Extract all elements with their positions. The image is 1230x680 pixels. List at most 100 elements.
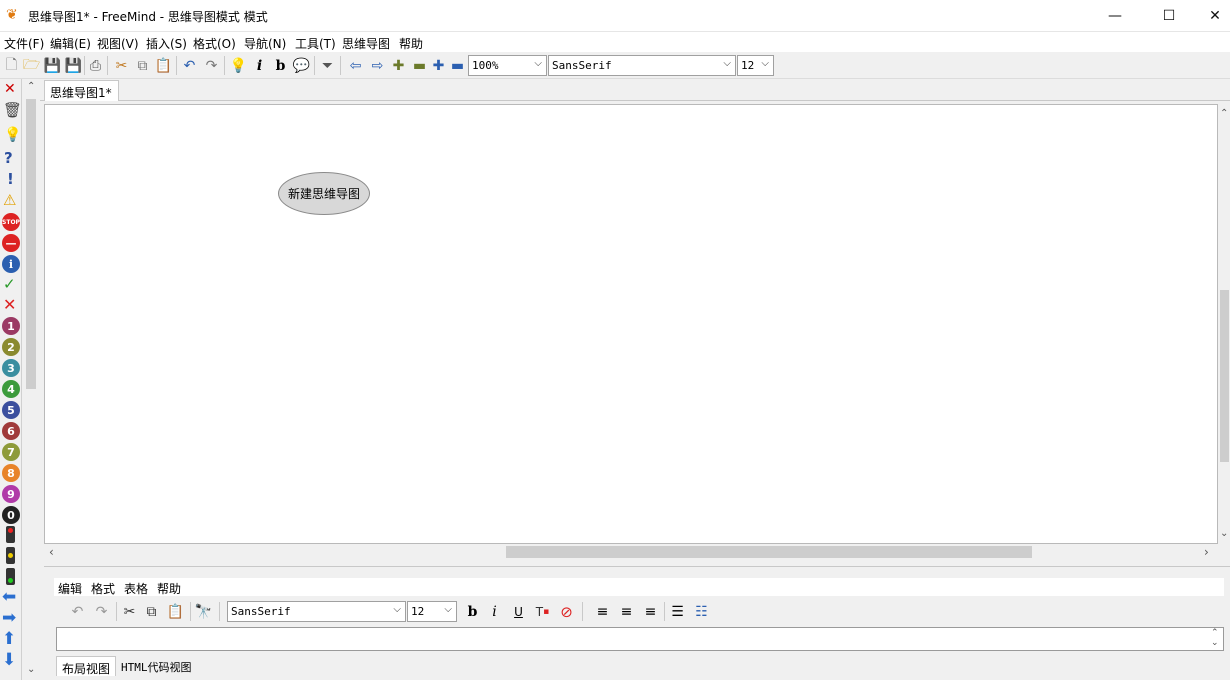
info-icon[interactable]: i [2,255,20,273]
warning-icon[interactable]: ⚠ [3,191,16,209]
align-right-icon[interactable]: ≡ [641,602,660,621]
underline-icon[interactable]: U [509,602,528,621]
undo-icon[interactable]: ↶ [68,602,87,621]
remove-last-icon[interactable]: ✕ [4,81,16,97]
arrow-left-icon[interactable]: ⇦ [346,56,365,75]
italic-icon[interactable]: i [250,56,269,75]
menu-tools[interactable]: 工具(T) [295,35,336,52]
number-4-icon[interactable]: 4 [2,380,20,398]
scroll-right-icon[interactable]: › [1204,545,1209,559]
number-0-icon[interactable]: 0 [2,506,20,524]
new-file-icon[interactable]: 🗋 [2,56,21,75]
close-button[interactable]: ✕ [1192,0,1230,31]
no-entry-icon[interactable]: — [2,234,20,252]
undo-icon[interactable]: ↶ [180,56,199,75]
clear-format-icon[interactable]: ⊘ [557,602,576,621]
arrow-down-icon[interactable]: ⬇ [2,650,16,670]
notes-font-size-select[interactable]: 12 ⌵ [407,601,457,622]
zoom-in-icon[interactable]: ✚ [429,56,448,75]
scroll-up-icon[interactable]: ⌃ [1220,108,1228,119]
menu-format[interactable]: 格式(O) [193,35,236,52]
number-2-icon[interactable]: 2 [2,338,20,356]
speech-bubble-icon[interactable]: 💬 [292,56,311,75]
cut-icon[interactable]: ✂ [120,602,139,621]
checkmark-icon[interactable]: ✓ [3,275,16,293]
copy-icon[interactable]: ⧉ [133,56,152,75]
menu-edit[interactable]: 编辑(E) [50,35,91,52]
lightbulb-icon[interactable]: 💡 [229,56,248,75]
root-node[interactable]: 新建思维导图 [278,172,370,215]
mindmap-canvas[interactable]: 新建思维导图 [44,104,1218,544]
traffic-light-green-icon[interactable] [6,568,15,585]
font-select[interactable]: SansSerif ⌵ [548,55,736,76]
note-editor[interactable]: ⌃ ⌄ [56,627,1224,651]
cross-icon[interactable]: ✕ [3,295,16,314]
notes-menu-edit[interactable]: 编辑 [58,580,82,597]
scrollbar-thumb[interactable] [1220,290,1229,462]
save-icon[interactable]: 💾 [43,56,62,75]
arrow-right-icon[interactable]: ➡ [2,608,16,628]
notes-menu-format[interactable]: 格式 [91,580,115,597]
maximize-button[interactable]: ☐ [1146,0,1192,31]
number-1-icon[interactable]: 1 [2,317,20,335]
scroll-up-icon[interactable]: ⌃ [27,81,35,92]
question-icon[interactable]: ? [4,149,13,167]
traffic-light-yellow-icon[interactable] [6,547,15,564]
text-color-icon[interactable]: T ▪ [533,602,552,621]
bullet-list-icon[interactable]: ☰ [668,602,687,621]
menu-file[interactable]: 文件(F) [4,35,44,52]
arrow-left-icon[interactable]: ⬅ [2,587,16,607]
scroll-down-icon[interactable]: ⌄ [27,664,35,675]
scrollbar-thumb[interactable] [506,546,1032,558]
tab-html-code-view[interactable]: HTML代码视图 [116,656,197,676]
paste-icon[interactable]: 📋 [154,56,173,75]
redo-icon[interactable]: ↷ [92,602,111,621]
redo-icon[interactable]: ↷ [202,56,221,75]
scroll-down-icon[interactable]: ⌄ [1220,528,1228,539]
italic-icon[interactable]: i [485,602,504,621]
menu-view[interactable]: 视图(V) [97,35,139,52]
notes-menu-help[interactable]: 帮助 [157,580,181,597]
print-icon[interactable]: ⎙ [86,56,105,75]
zoom-select[interactable]: 100% ⌵ [468,55,547,76]
trash-icon[interactable]: 🗑 [3,101,22,119]
plus-icon[interactable]: ✚ [389,56,408,75]
icon-toolbar-scrollbar[interactable]: ⌃ ⌄ [22,79,40,680]
idea-icon[interactable]: 💡 [4,127,21,143]
canvas-vertical-scrollbar[interactable]: ⌃ ⌄ [1218,104,1230,544]
open-folder-icon[interactable]: 🗁 [22,56,41,75]
minimize-button[interactable]: — [1092,0,1138,31]
number-7-icon[interactable]: 7 [2,443,20,461]
number-8-icon[interactable]: 8 [2,464,20,482]
filter-icon[interactable]: ⏷ [318,56,337,75]
number-9-icon[interactable]: 9 [2,485,20,503]
bold-icon[interactable]: b [463,602,482,621]
numbered-list-icon[interactable]: ☷ [692,602,711,621]
tab-mindmap-1[interactable]: 思维导图1* [44,80,119,101]
tab-layout-view[interactable]: 布局视图 [56,656,117,676]
arrow-right-icon[interactable]: ⇨ [368,56,387,75]
traffic-light-red-icon[interactable] [6,526,15,543]
scrollbar-thumb[interactable] [26,99,36,389]
menu-insert[interactable]: 插入(S) [146,35,187,52]
menu-navigate[interactable]: 导航(N) [244,35,286,52]
minus-icon[interactable]: ▬ [410,56,429,75]
menu-help[interactable]: 帮助 [399,35,423,52]
canvas-horizontal-scrollbar[interactable]: ‹ › [44,544,1218,560]
stop-icon[interactable]: STOP [2,213,20,231]
scroll-left-icon[interactable]: ‹ [49,545,54,559]
align-center-icon[interactable]: ≡ [617,602,636,621]
paste-icon[interactable]: 📋 [166,602,185,621]
spinner-icon[interactable]: ⌃ ⌄ [1211,628,1219,648]
number-5-icon[interactable]: 5 [2,401,20,419]
number-6-icon[interactable]: 6 [2,422,20,440]
exclamation-icon[interactable]: ! [7,170,14,188]
bold-icon[interactable]: b [271,56,290,75]
menu-mindmap[interactable]: 思维导图 [342,35,390,52]
notes-font-select[interactable]: SansSerif ⌵ [227,601,406,622]
save-as-icon[interactable]: 💾 [64,56,83,75]
find-binoculars-icon[interactable]: 🔭 [194,602,213,621]
zoom-out-icon[interactable]: ▬ [448,56,467,75]
notes-menu-table[interactable]: 表格 [124,580,148,597]
number-3-icon[interactable]: 3 [2,359,20,377]
